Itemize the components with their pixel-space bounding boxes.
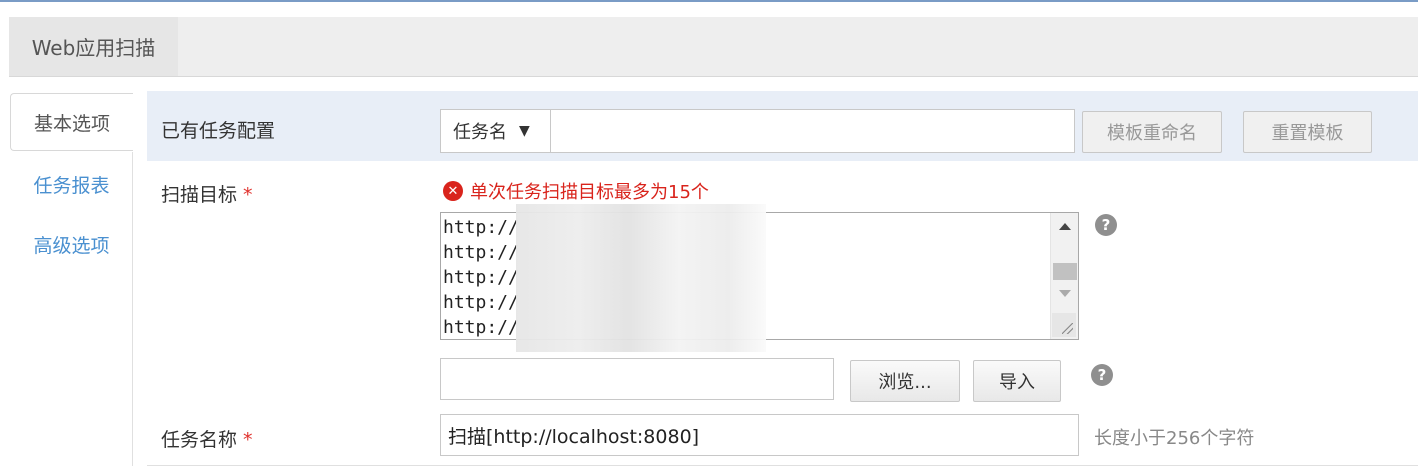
- template-input[interactable]: [550, 109, 1075, 153]
- top-border: [0, 0, 1418, 2]
- target-line: http://: [443, 217, 519, 238]
- target-line: http://: [443, 267, 519, 288]
- template-label: 已有任务配置: [161, 120, 276, 142]
- required-mark: *: [243, 429, 253, 451]
- sidebar-tab-basic-options[interactable]: 基本选项: [10, 93, 133, 151]
- task-name-label-text: 任务名称: [161, 429, 238, 451]
- help-icon[interactable]: ?: [1091, 364, 1113, 386]
- template-rename-button[interactable]: 模板重命名: [1082, 111, 1222, 153]
- resize-grip-icon[interactable]: [1052, 313, 1076, 337]
- redacted-urls: [516, 204, 766, 352]
- task-name-hint: 长度小于256个字符: [1094, 428, 1255, 449]
- browse-button[interactable]: 浏览...: [850, 360, 960, 402]
- target-error-text: 单次任务扫描目标最多为15个: [470, 182, 709, 203]
- required-mark: *: [243, 184, 253, 206]
- error-icon: ✕: [443, 181, 463, 201]
- dropdown-arrow-icon: ▼: [519, 123, 530, 139]
- template-reset-button[interactable]: 重置模板: [1243, 111, 1372, 153]
- targets-lines: http:// http:// http:// http:// http://: [443, 215, 519, 339]
- scroll-thumb[interactable]: [1053, 263, 1077, 280]
- task-name-label: 任务名称 *: [161, 425, 253, 452]
- target-line: http://: [443, 292, 519, 313]
- scroll-down-arrow-icon[interactable]: [1059, 290, 1071, 297]
- scan-target-label: 扫描目标 *: [161, 180, 253, 207]
- template-select[interactable]: 任务名 ▼: [440, 109, 550, 153]
- sidebar-tab-advanced-options[interactable]: 高级选项: [10, 215, 133, 273]
- target-line: http://: [443, 242, 519, 263]
- sidebar-tab-task-report[interactable]: 任务报表: [10, 155, 133, 213]
- tab-web-app-scan[interactable]: Web应用扫描: [9, 17, 178, 76]
- scan-target-label-text: 扫描目标: [161, 184, 238, 206]
- template-select-value: 任务名: [453, 122, 507, 143]
- import-button[interactable]: 导入: [973, 360, 1061, 402]
- target-line: http://: [443, 317, 519, 338]
- sidebar-divider: [132, 152, 133, 466]
- file-path-input[interactable]: [440, 358, 834, 400]
- help-icon[interactable]: ?: [1095, 214, 1117, 236]
- target-error-message: ✕ 单次任务扫描目标最多为15个: [443, 178, 709, 204]
- scroll-up-arrow-icon[interactable]: [1059, 223, 1071, 230]
- task-name-input[interactable]: 扫描[http://localhost:8080]: [440, 414, 1079, 456]
- header-bar: Web应用扫描: [9, 17, 1418, 77]
